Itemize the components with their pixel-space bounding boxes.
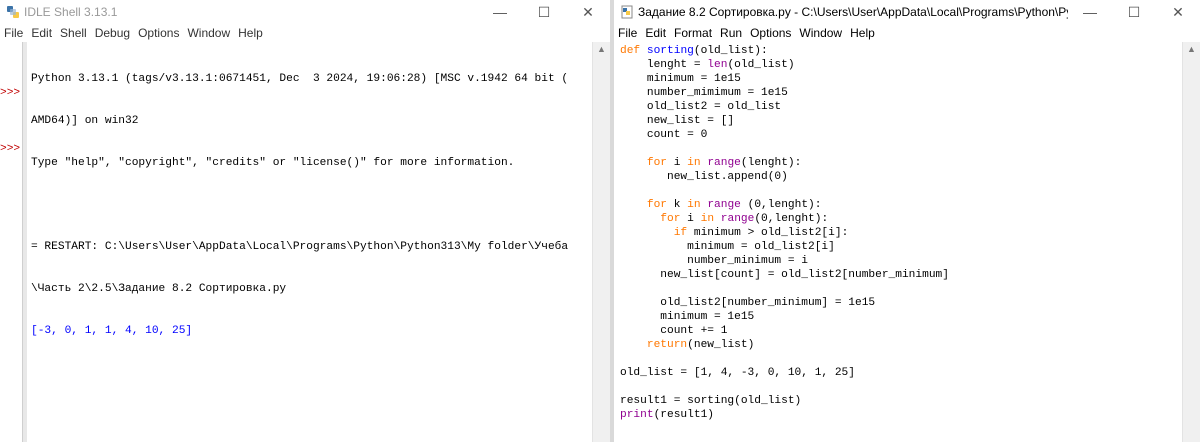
shell-title: IDLE Shell 3.13.1 [24, 5, 118, 19]
code-line: old_list2[number_minimum] = 1e15 [620, 297, 876, 309]
menu-window[interactable]: Window [799, 26, 848, 40]
gutter-divider [22, 42, 27, 442]
menu-format[interactable]: Format [674, 26, 718, 40]
maximize-button[interactable]: ☐ [1112, 0, 1156, 24]
code-line: ​ [620, 282, 949, 296]
menu-edit[interactable]: Edit [31, 26, 58, 40]
code-line: def sorting(old_list): [620, 45, 768, 57]
editor-titlebar[interactable]: Задание 8.2 Сортировка.py - C:\Users\Use… [614, 0, 1200, 24]
menu-edit[interactable]: Edit [645, 26, 672, 40]
minimize-button[interactable]: — [1068, 0, 1112, 24]
shell-scrollbar[interactable]: ▲ [592, 42, 610, 442]
editor-text-area[interactable]: def sorting(old_list): lenght = len(old_… [614, 42, 1200, 442]
code-line: for i in range(lenght): [646, 157, 802, 169]
scroll-up-arrow-icon[interactable]: ▲ [1183, 44, 1200, 54]
code-line: new_list = [] [620, 115, 735, 127]
menu-shell[interactable]: Shell [60, 26, 93, 40]
python-file-icon [621, 5, 633, 19]
close-button[interactable]: ✕ [1156, 0, 1200, 24]
minimize-button[interactable]: — [478, 0, 522, 24]
code-line: minimum = 1e15 [620, 73, 741, 85]
code-line: ​ [620, 142, 949, 156]
code-line: ​ [620, 380, 949, 394]
editor-menubar: File Edit Format Run Options Window Help [614, 24, 1200, 42]
code-line: count = 0 [620, 129, 708, 141]
output-line: AMD64)] on win32 [31, 115, 139, 127]
scroll-up-arrow-icon[interactable]: ▲ [593, 44, 610, 54]
code-line: ​ [620, 184, 949, 198]
code-line: print(result1) [620, 409, 715, 421]
code-line: result1 = sorting(old_list) [620, 395, 802, 407]
python-app-icon [7, 6, 19, 18]
idle-shell-window: IDLE Shell 3.13.1 — ☐ ✕ File Edit Shell … [0, 0, 610, 442]
editor-scrollbar[interactable]: ▲ [1182, 42, 1200, 442]
output-line: Python 3.13.1 (tags/v3.13.1:0671451, Dec… [31, 73, 569, 85]
shell-prompt: >>> [0, 143, 21, 155]
menu-help[interactable]: Help [238, 26, 269, 40]
code-line: if minimum > old_list2[i]: [673, 227, 849, 239]
code-line: minimum = old_list2[i] [620, 241, 835, 253]
menu-options[interactable]: Options [138, 26, 185, 40]
menu-window[interactable]: Window [187, 26, 236, 40]
code-line: old_list2 = old_list [620, 101, 782, 113]
editor-window: Задание 8.2 Сортировка.py - C:\Users\Use… [614, 0, 1200, 442]
code-line: return(new_list) [646, 339, 755, 351]
output-line: ​ [31, 198, 592, 212]
output-line: = RESTART: C:\Users\User\AppData\Local\P… [31, 241, 569, 253]
code-line: old_list = [1, 4, -3, 0, 10, 1, 25] [620, 367, 855, 379]
editor-title: Задание 8.2 Сортировка.py - C:\Users\Use… [638, 5, 1068, 19]
output-result: [-3, 0, 1, 1, 4, 10, 25] [31, 325, 193, 337]
shell-prompt: >>> [0, 87, 21, 99]
code-line: number_mimimum = 1e15 [620, 87, 788, 99]
maximize-button[interactable]: ☐ [522, 0, 566, 24]
code-line: number_minimum = i [620, 255, 808, 267]
code-line: new_list[count] = old_list2[number_minim… [620, 269, 949, 281]
code-editor[interactable]: def sorting(old_list): lenght = len(old_… [620, 44, 949, 422]
menu-debug[interactable]: Debug [95, 26, 136, 40]
code-line: new_list.append(0) [620, 171, 788, 183]
code-line: lenght = len(old_list) [620, 59, 795, 71]
prompt-gutter: >>> >>> [0, 42, 22, 442]
code-line: ​ [620, 352, 949, 366]
menu-file[interactable]: File [4, 26, 29, 40]
shell-titlebar[interactable]: IDLE Shell 3.13.1 — ☐ ✕ [0, 0, 610, 24]
close-button[interactable]: ✕ [566, 0, 610, 24]
output-line: Type "help", "copyright", "credits" or "… [31, 157, 515, 169]
code-line: for k in range (0,lenght): [646, 199, 822, 211]
code-line: count += 1 [620, 325, 728, 337]
shell-output[interactable]: Python 3.13.1 (tags/v3.13.1:0671451, Dec… [31, 44, 592, 366]
menu-file[interactable]: File [618, 26, 643, 40]
menu-options[interactable]: Options [750, 26, 797, 40]
code-line: for i in range(0,lenght): [660, 213, 829, 225]
code-line: minimum = 1e15 [620, 311, 755, 323]
menu-run[interactable]: Run [720, 26, 748, 40]
output-line: \Часть 2\2.5\Задание 8.2 Сортировка.py [31, 283, 287, 295]
menu-help[interactable]: Help [850, 26, 881, 40]
shell-menubar: File Edit Shell Debug Options Window Hel… [0, 24, 610, 42]
shell-text-area[interactable]: >>> >>> Python 3.13.1 (tags/v3.13.1:0671… [0, 42, 610, 442]
